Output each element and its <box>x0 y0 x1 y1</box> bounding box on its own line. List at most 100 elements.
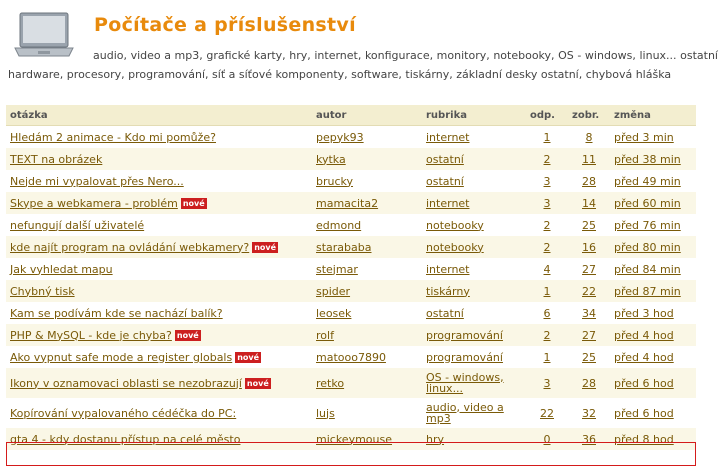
views-link[interactable]: 8 <box>586 131 593 144</box>
views-link[interactable]: 22 <box>582 285 596 298</box>
question-link[interactable]: Jak vyhledat mapu <box>10 263 113 276</box>
question-link[interactable]: Nejde mi vypalovat přes Nero... <box>10 175 184 188</box>
author-cell: brucky <box>312 170 422 192</box>
category-header: Počítače a příslušenství audio, video a … <box>0 0 725 103</box>
replies-link[interactable]: 22 <box>540 407 554 420</box>
category-link[interactable]: notebooky <box>426 219 484 232</box>
replies-link[interactable]: 2 <box>544 153 551 166</box>
changed-link[interactable]: před 6 hod <box>614 407 674 420</box>
author-link[interactable]: mamacita2 <box>316 197 378 210</box>
replies-link[interactable]: 1 <box>544 285 551 298</box>
question-link[interactable]: Chybný tisk <box>10 285 75 298</box>
column-header-author[interactable]: autor <box>312 105 422 126</box>
changed-cell: před 60 min <box>610 192 696 214</box>
category-link[interactable]: audio, video a mp3 <box>426 402 526 424</box>
question-link[interactable]: PHP & MySQL - kde je chyba? <box>10 329 172 342</box>
question-link[interactable]: Ikony v oznamovaci oblasti se nezobrazuj… <box>10 377 242 390</box>
author-link[interactable]: starababa <box>316 241 372 254</box>
views-link[interactable]: 32 <box>582 407 596 420</box>
author-link[interactable]: brucky <box>316 175 353 188</box>
question-link[interactable]: Kam se podívám kde se nachází balík? <box>10 307 223 320</box>
replies-link[interactable]: 3 <box>544 377 551 390</box>
views-link[interactable]: 28 <box>582 377 596 390</box>
category-link[interactable]: internet <box>426 263 470 276</box>
changed-link[interactable]: před 8 hod <box>614 433 674 446</box>
changed-link[interactable]: před 87 min <box>614 285 681 298</box>
changed-link[interactable]: před 84 min <box>614 263 681 276</box>
author-link[interactable]: pepyk93 <box>316 131 364 144</box>
replies-link[interactable]: 2 <box>544 329 551 342</box>
changed-cell: před 38 min <box>610 148 696 170</box>
views-link[interactable]: 36 <box>582 433 596 446</box>
question-link[interactable]: TEXT na obrázek <box>10 153 102 166</box>
views-cell: 27 <box>568 258 610 280</box>
views-link[interactable]: 25 <box>582 219 596 232</box>
column-header-replies[interactable]: odp. <box>526 105 568 126</box>
changed-link[interactable]: před 6 hod <box>614 377 674 390</box>
changed-link[interactable]: před 38 min <box>614 153 681 166</box>
category-link[interactable]: notebooky <box>426 241 484 254</box>
changed-link[interactable]: před 3 min <box>614 131 674 144</box>
replies-link[interactable]: 6 <box>544 307 551 320</box>
replies-link[interactable]: 2 <box>544 219 551 232</box>
views-link[interactable]: 28 <box>582 175 596 188</box>
question-link[interactable]: Skype a webkamera - problém <box>10 197 178 210</box>
question-link[interactable]: Kopírování vypalovaného cédéčka do PC: <box>10 407 236 420</box>
changed-link[interactable]: před 3 hod <box>614 307 674 320</box>
views-link[interactable]: 27 <box>582 329 596 342</box>
question-link[interactable]: nefungují další uživatelé <box>10 219 144 232</box>
category-link[interactable]: hry <box>426 433 444 446</box>
author-link[interactable]: kytka <box>316 153 346 166</box>
category-link[interactable]: OS - windows, linux... <box>426 372 526 394</box>
author-link[interactable]: spider <box>316 285 350 298</box>
author-cell: mamacita2 <box>312 192 422 214</box>
category-link[interactable]: programování <box>426 329 503 342</box>
author-link[interactable]: retko <box>316 377 344 390</box>
category-link[interactable]: tiskárny <box>426 285 470 298</box>
author-link[interactable]: mickeymouse <box>316 433 392 446</box>
author-link[interactable]: stejmar <box>316 263 358 276</box>
question-link[interactable]: Ako vypnut safe mode a register globals <box>10 351 232 364</box>
views-link[interactable]: 16 <box>582 241 596 254</box>
views-link[interactable]: 27 <box>582 263 596 276</box>
column-header-views[interactable]: zobr. <box>568 105 610 126</box>
category-link[interactable]: programování <box>426 351 503 364</box>
views-link[interactable]: 25 <box>582 351 596 364</box>
column-header-changed[interactable]: změna <box>610 105 696 126</box>
replies-link[interactable]: 3 <box>544 175 551 188</box>
column-header-question[interactable]: otázka <box>6 105 312 126</box>
category-link[interactable]: ostatní <box>426 153 464 166</box>
views-link[interactable]: 14 <box>582 197 596 210</box>
category-link[interactable]: ostatní <box>426 307 464 320</box>
category-link[interactable]: internet <box>426 131 470 144</box>
changed-link[interactable]: před 76 min <box>614 219 681 232</box>
replies-link[interactable]: 2 <box>544 241 551 254</box>
changed-link[interactable]: před 49 min <box>614 175 681 188</box>
question-link[interactable]: Hledám 2 animace - Kdo mi pomůže? <box>10 131 216 144</box>
changed-link[interactable]: před 4 hod <box>614 329 674 342</box>
views-link[interactable]: 11 <box>582 153 596 166</box>
views-cell: 14 <box>568 192 610 214</box>
author-link[interactable]: matooo7890 <box>316 351 386 364</box>
question-link[interactable]: gta 4 - kdy dostanu přístup na celé měst… <box>10 433 240 446</box>
replies-link[interactable]: 3 <box>544 197 551 210</box>
changed-link[interactable]: před 4 hod <box>614 351 674 364</box>
views-link[interactable]: 34 <box>582 307 596 320</box>
category-cell: programování <box>422 346 526 368</box>
replies-link[interactable]: 1 <box>544 351 551 364</box>
changed-link[interactable]: před 80 min <box>614 241 681 254</box>
category-link[interactable]: ostatní <box>426 175 464 188</box>
author-link[interactable]: leosek <box>316 307 351 320</box>
question-link[interactable]: kde najít program na ovládání webkamery? <box>10 241 249 254</box>
changed-cell: před 4 hod <box>610 346 696 368</box>
changed-link[interactable]: před 60 min <box>614 197 681 210</box>
column-header-category[interactable]: rubrika <box>422 105 526 126</box>
question-cell: PHP & MySQL - kde je chyba? nové <box>6 324 312 346</box>
replies-link[interactable]: 1 <box>544 131 551 144</box>
author-link[interactable]: edmond <box>316 219 361 232</box>
category-link[interactable]: internet <box>426 197 470 210</box>
replies-link[interactable]: 0 <box>544 433 551 446</box>
author-link[interactable]: rolf <box>316 329 334 342</box>
replies-link[interactable]: 4 <box>544 263 551 276</box>
author-link[interactable]: lujs <box>316 407 335 420</box>
